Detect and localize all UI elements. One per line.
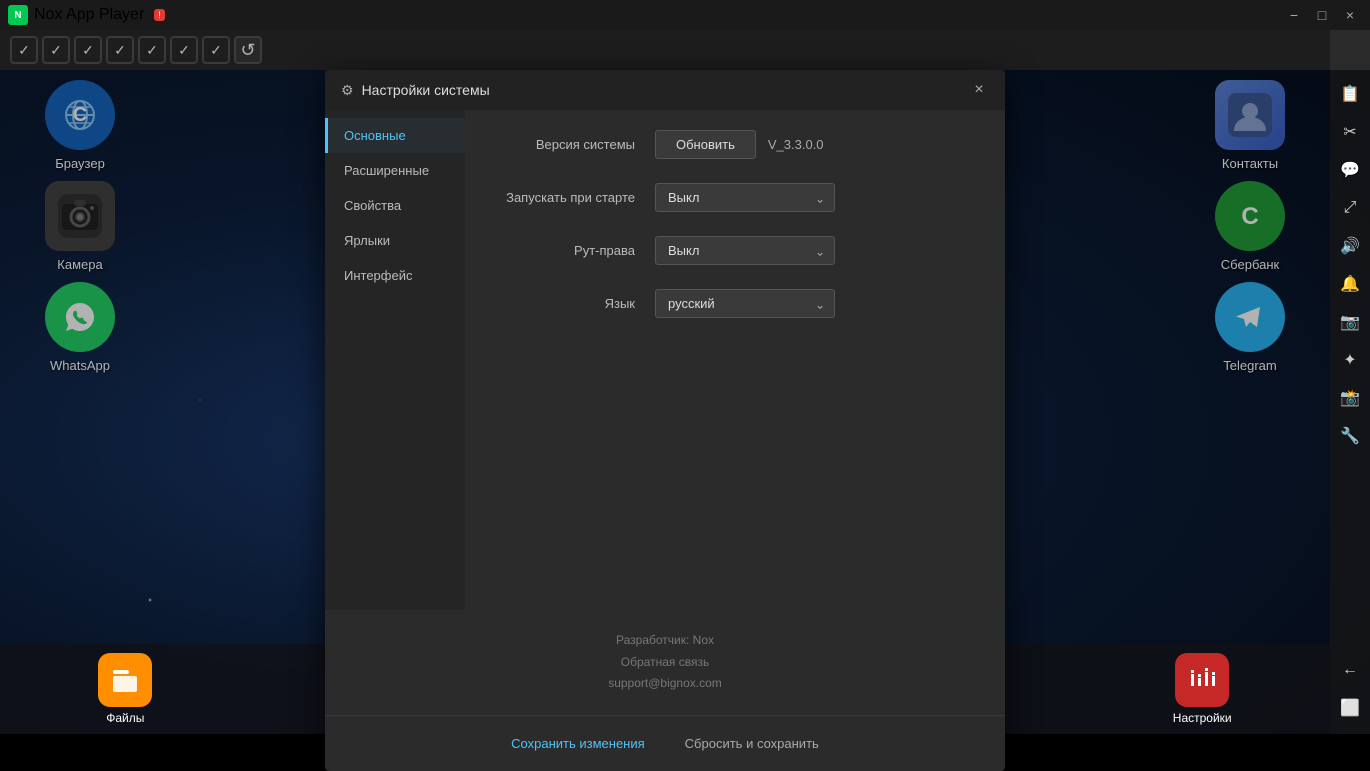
dialog-footer-info: Разработчик: Nox Обратная связь support@… [325,610,1005,715]
version-row: Версия системы Обновить V_3.3.0.0 [495,130,975,159]
settings-taskbar-icon [1175,653,1229,707]
root-select-wrapper: Выкл Вкл [655,236,835,265]
dialog-title-bar: ⚙ Настройки системы × [325,70,1005,110]
app-title: Nox App Player [34,6,144,24]
sidebar-clipboard-icon[interactable]: 📋 [1332,76,1368,112]
sidebar-settings-icon[interactable]: 🔧 [1332,418,1368,454]
minimize-button[interactable]: − [1282,3,1306,27]
startup-row: Запускать при старте Выкл Вкл [495,183,975,212]
settings-dialog: ⚙ Настройки системы × Основные Расширенн… [325,70,1005,771]
dialog-actions: Сохранить изменения Сбросить и сохранить [325,715,1005,771]
app-logo: N Nox App Player ! [0,5,173,25]
update-button[interactable]: Обновить [655,130,756,159]
sidebar-back-icon[interactable]: ← [1332,652,1368,688]
language-select-wrapper: русский English [655,289,835,318]
language-control: русский English [655,289,975,318]
footer-line3[interactable]: support@bignox.com [341,673,989,695]
title-bar: N Nox App Player ! − □ × [0,0,1370,30]
window-controls: − □ × [1282,3,1370,27]
footer-line2: Обратная связь [341,652,989,674]
app-badge: ! [154,9,165,21]
modal-overlay: ⚙ Настройки системы × Основные Расширенн… [0,30,1330,644]
taskbar-files[interactable]: Файлы [98,653,152,725]
startup-select-wrapper: Выкл Вкл [655,183,835,212]
root-control: Выкл Вкл [655,236,975,265]
files-icon [98,653,152,707]
settings-taskbar-label: Настройки [1173,711,1232,725]
sidebar-message-icon[interactable]: 💬 [1332,152,1368,188]
language-row: Язык русский English [495,289,975,318]
sidebar-volume-icon[interactable]: 🔊 [1332,228,1368,264]
sidebar-camera-icon[interactable]: 📷 [1332,304,1368,340]
version-label: Версия системы [495,137,655,152]
dialog-nav: Основные Расширенные Свойства Ярлыки Инт… [325,110,465,610]
sidebar-expand-icon[interactable]: ⤢ [1332,190,1368,226]
nox-logo-icon: N [8,5,28,25]
sidebar-screenshot-icon[interactable]: 📸 [1332,380,1368,416]
dialog-gear-icon: ⚙ [341,82,354,99]
nav-interface[interactable]: Интерфейс [325,258,465,293]
dialog-content: Версия системы Обновить V_3.3.0.0 Запуск… [465,110,1005,610]
startup-control: Выкл Вкл [655,183,975,212]
files-label: Файлы [106,711,144,725]
language-label: Язык [495,296,655,311]
sidebar-home-icon[interactable]: ⬜ [1332,690,1368,726]
dialog-title: Настройки системы [362,82,961,98]
maximize-button[interactable]: □ [1310,3,1334,27]
dialog-body: Основные Расширенные Свойства Ярлыки Инт… [325,110,1005,610]
version-control: Обновить V_3.3.0.0 [655,130,975,159]
nav-shortcuts[interactable]: Ярлыки [325,223,465,258]
sidebar-cut-icon[interactable]: ✂ [1332,114,1368,150]
root-select[interactable]: Выкл Вкл [655,236,835,265]
root-row: Рут-права Выкл Вкл [495,236,975,265]
nav-basic[interactable]: Основные [325,118,465,153]
footer-line1: Разработчик: Nox [341,630,989,652]
close-button[interactable]: × [1338,3,1362,27]
startup-label: Запускать при старте [495,190,655,205]
language-select[interactable]: русский English [655,289,835,318]
sidebar-star-icon[interactable]: ✦ [1332,342,1368,378]
nav-properties[interactable]: Свойства [325,188,465,223]
right-sidebar: 📱 📋 ✂ 💬 ⤢ 🔊 🔔 📷 ✦ 📸 🔧 ← ⬜ [1330,30,1370,734]
root-label: Рут-права [495,243,655,258]
sidebar-mute-icon[interactable]: 🔔 [1332,266,1368,302]
dialog-close-button[interactable]: × [969,80,989,100]
startup-select[interactable]: Выкл Вкл [655,183,835,212]
nav-advanced[interactable]: Расширенные [325,153,465,188]
taskbar-settings[interactable]: Настройки [1173,653,1232,725]
version-value: V_3.3.0.0 [768,137,824,152]
